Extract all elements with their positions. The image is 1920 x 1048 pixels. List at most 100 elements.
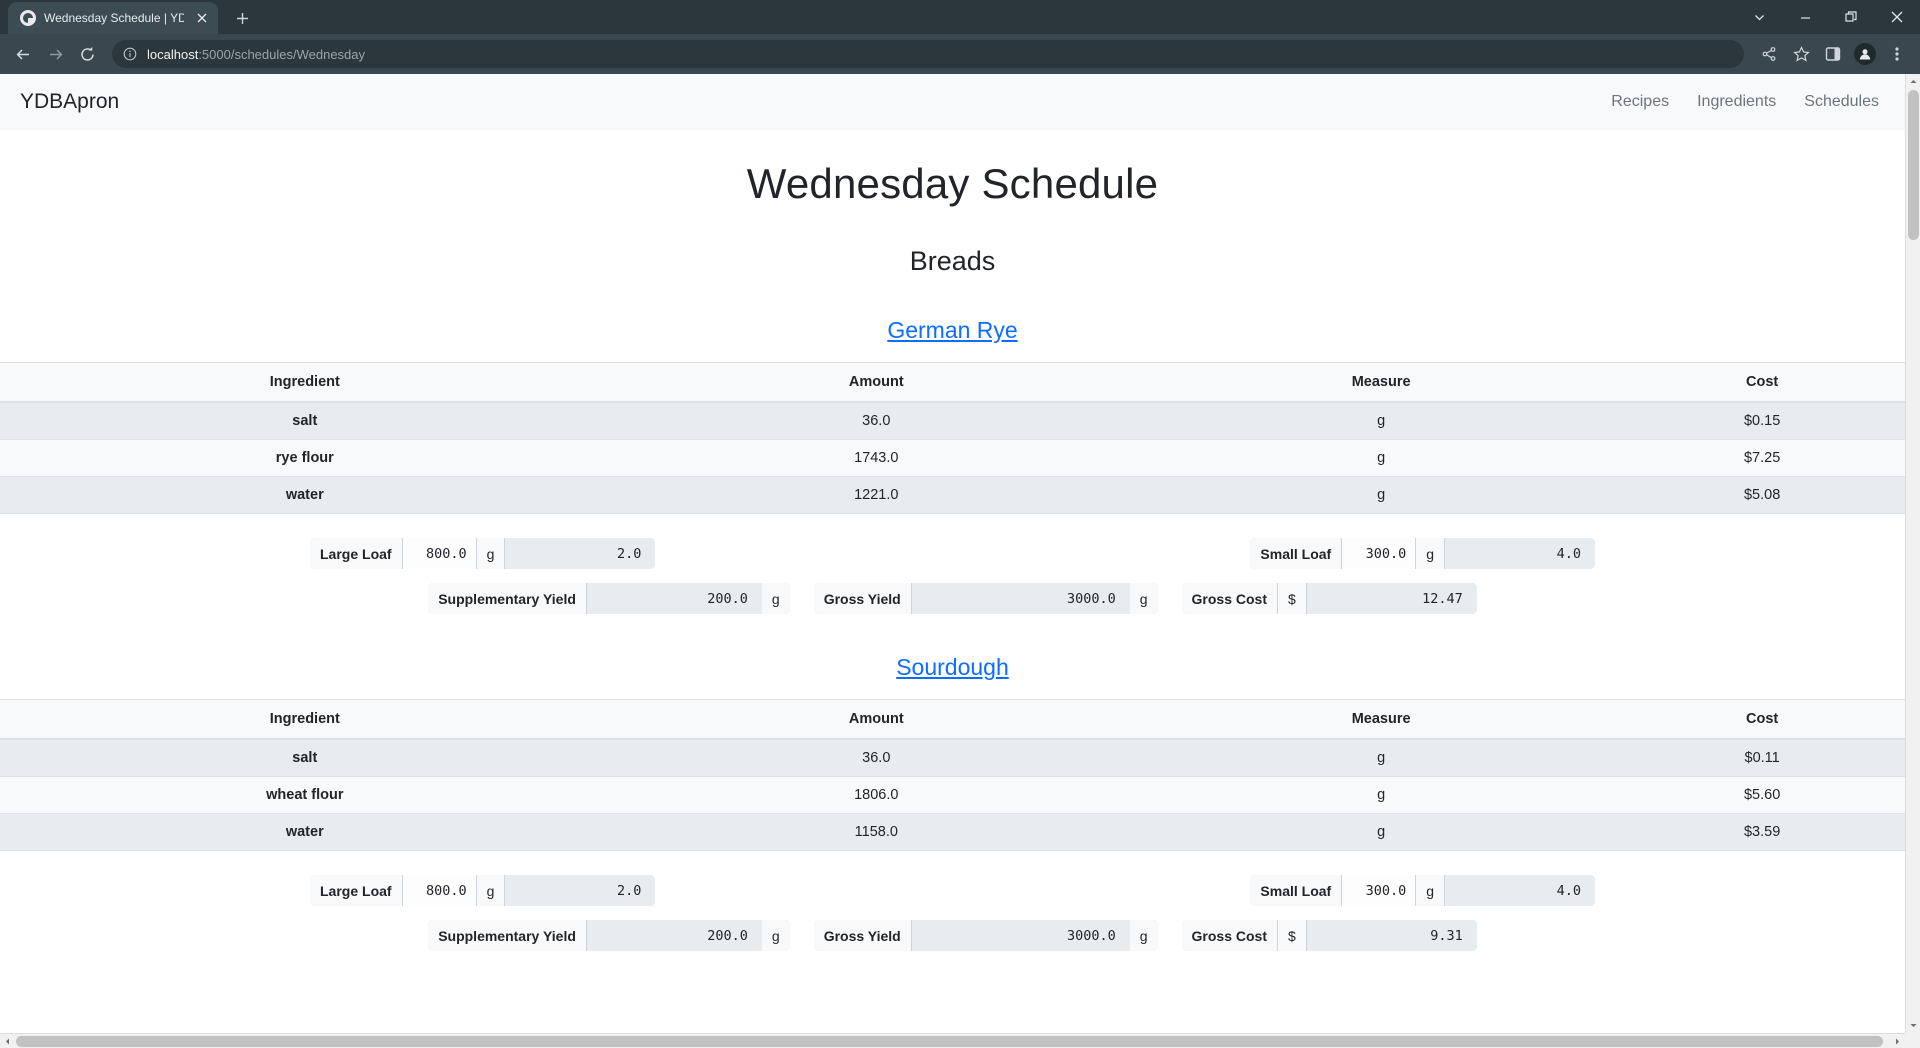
recipe-link-german-rye[interactable]: German Rye <box>887 317 1017 343</box>
cell-measure: g <box>1142 776 1620 814</box>
close-icon[interactable] <box>1874 0 1920 34</box>
chevron-down-icon[interactable] <box>1736 0 1782 34</box>
share-icon[interactable] <box>1754 39 1784 69</box>
restore-icon[interactable] <box>1828 0 1874 34</box>
cell-amount: 36.0 <box>609 402 1143 440</box>
back-arrow-icon[interactable] <box>8 39 38 69</box>
large-loaf-group[interactable]: Large Loaf 800.0 g 2.0 <box>310 875 656 906</box>
close-icon[interactable] <box>192 8 212 28</box>
supplementary-yield-label: Supplementary Yield <box>428 583 587 614</box>
scroll-right-arrow-icon[interactable] <box>1890 1034 1905 1048</box>
horizontal-scrollbar-thumb[interactable] <box>16 1036 1883 1047</box>
table-row: salt 36.0 g $0.15 <box>0 402 1905 440</box>
nav-links: Recipes Ingredients Schedules <box>1611 93 1885 111</box>
small-loaf-size-input[interactable]: 300.0 <box>1342 538 1417 569</box>
url-path: :5000/schedules/Wednesday <box>198 46 366 62</box>
column-header-ingredient: Ingredient <box>0 699 610 740</box>
tab-title: Wednesday Schedule | YDB <box>44 11 184 25</box>
browser-tab[interactable]: Wednesday Schedule | YDB <box>8 2 218 34</box>
large-loaf-size-input[interactable]: 800.0 <box>402 538 477 569</box>
cell-ingredient: salt <box>0 739 610 777</box>
supplementary-yield-group[interactable]: Supplementary Yield 200.0 g <box>428 583 790 614</box>
scroll-down-arrow-icon[interactable] <box>1906 1018 1920 1033</box>
small-loaf-label: Small Loaf <box>1250 538 1343 569</box>
large-loaf-group[interactable]: Large Loaf 800.0 g 2.0 <box>310 538 656 569</box>
browser-toolbar: localhost:5000/schedules/Wednesday <box>0 34 1920 74</box>
large-loaf-label: Large Loaf <box>310 538 403 569</box>
web-page: YDBApron Recipes Ingredients Schedules W… <box>0 74 1905 1033</box>
gross-yield-unit: g <box>1129 583 1158 614</box>
cell-ingredient: water <box>0 476 610 514</box>
reload-icon[interactable] <box>72 39 102 69</box>
gross-yield-group[interactable]: Gross Yield 3000.0 g <box>813 920 1158 951</box>
column-header-cost: Cost <box>1619 362 1905 403</box>
page-content: Wednesday Schedule Breads German Rye Ing… <box>0 130 1905 951</box>
cell-amount: 1743.0 <box>609 439 1143 477</box>
info-circle-icon[interactable] <box>122 46 138 62</box>
small-loaf-count-input[interactable]: 4.0 <box>1445 538 1595 569</box>
cell-cost: $0.15 <box>1619 402 1905 440</box>
recipe-link-wrap: German Rye <box>0 317 1905 344</box>
cell-measure: g <box>1142 739 1620 777</box>
browser-window: Wednesday Schedule | YDB localhost:5000/… <box>0 0 1920 1048</box>
vertical-scrollbar-thumb[interactable] <box>1908 90 1919 240</box>
new-tab-button[interactable] <box>228 4 256 32</box>
small-loaf-unit: g <box>1416 538 1445 569</box>
vertical-scrollbar[interactable] <box>1905 74 1920 1033</box>
large-loaf-size-input[interactable]: 800.0 <box>402 875 477 906</box>
side-panel-icon[interactable] <box>1818 39 1848 69</box>
column-header-cost: Cost <box>1619 699 1905 740</box>
column-header-amount: Amount <box>609 699 1143 740</box>
table-header-row: Ingredient Amount Measure Cost <box>0 362 1905 403</box>
small-loaf-size-input[interactable]: 300.0 <box>1342 875 1417 906</box>
scroll-up-arrow-icon[interactable] <box>1906 74 1920 89</box>
yield-row: Supplementary Yield 200.0 g Gross Yield … <box>0 583 1905 614</box>
column-header-measure: Measure <box>1142 362 1620 403</box>
address-bar[interactable]: localhost:5000/schedules/Wednesday <box>112 40 1744 68</box>
column-header-ingredient: Ingredient <box>0 362 610 403</box>
gross-cost-currency: $ <box>1278 583 1307 614</box>
nav-link-recipes[interactable]: Recipes <box>1611 93 1669 111</box>
window-controls <box>1736 0 1920 34</box>
section-title: Breads <box>909 246 996 276</box>
cell-ingredient: water <box>0 813 610 851</box>
horizontal-scrollbar[interactable] <box>0 1033 1905 1048</box>
gross-yield-value: 3000.0 <box>911 583 1130 614</box>
profile-avatar-icon[interactable] <box>1850 39 1880 69</box>
scroll-left-arrow-icon[interactable] <box>0 1034 15 1048</box>
recipe-link-sourdough[interactable]: Sourdough <box>896 654 1009 680</box>
table-row: wheat flour 1806.0 g $5.60 <box>0 776 1905 814</box>
page-title: Wednesday Schedule <box>746 160 1159 207</box>
gross-cost-currency: $ <box>1278 920 1307 951</box>
small-loaf-group[interactable]: Small Loaf 300.0 g 4.0 <box>1250 538 1595 569</box>
minimize-icon[interactable] <box>1782 0 1828 34</box>
avatar <box>1854 43 1876 65</box>
large-loaf-count-input[interactable]: 2.0 <box>505 538 656 569</box>
small-loaf-count-input[interactable]: 4.0 <box>1445 875 1595 906</box>
small-loaf-group[interactable]: Small Loaf 300.0 g 4.0 <box>1250 875 1595 906</box>
star-icon[interactable] <box>1786 39 1816 69</box>
nav-link-ingredients[interactable]: Ingredients <box>1697 93 1776 111</box>
supplementary-yield-unit: g <box>761 920 790 951</box>
large-loaf-label: Large Loaf <box>310 875 403 906</box>
gross-cost-group[interactable]: Gross Cost $ 12.47 <box>1181 583 1477 614</box>
forward-arrow-icon[interactable] <box>40 39 70 69</box>
tab-strip: Wednesday Schedule | YDB <box>0 0 1920 34</box>
cell-amount: 36.0 <box>609 739 1143 777</box>
supplementary-yield-input[interactable]: 200.0 <box>586 920 762 951</box>
yield-row: Supplementary Yield 200.0 g Gross Yield … <box>0 920 1905 951</box>
large-loaf-count-input[interactable]: 2.0 <box>505 875 656 906</box>
recipe-block-german-rye: German Rye Ingredient Amount Measure Cos… <box>0 317 1905 614</box>
three-dot-menu-icon[interactable] <box>1882 39 1912 69</box>
gross-cost-group[interactable]: Gross Cost $ 9.31 <box>1181 920 1477 951</box>
nav-link-schedules[interactable]: Schedules <box>1804 93 1879 111</box>
cell-cost: $7.25 <box>1619 439 1905 477</box>
brand-logo[interactable]: YDBApron <box>20 90 119 114</box>
supplementary-yield-group[interactable]: Supplementary Yield 200.0 g <box>428 920 790 951</box>
supplementary-yield-input[interactable]: 200.0 <box>586 583 762 614</box>
url-host: localhost <box>147 46 199 62</box>
gross-yield-group[interactable]: Gross Yield 3000.0 g <box>813 583 1158 614</box>
table-row: rye flour 1743.0 g $7.25 <box>0 439 1905 477</box>
site-navbar: YDBApron Recipes Ingredients Schedules <box>0 74 1905 130</box>
gross-cost-value: 12.47 <box>1306 583 1477 614</box>
